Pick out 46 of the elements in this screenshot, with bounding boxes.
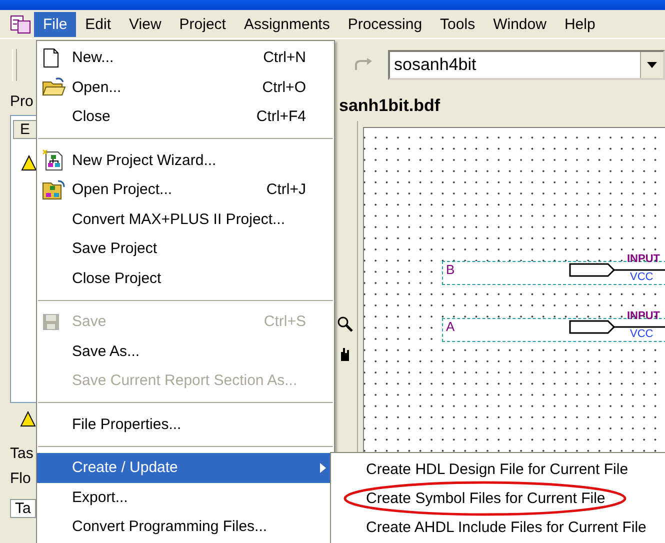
flow-label: Flo (10, 470, 31, 487)
menu-item[interactable]: Open Project... Ctrl+J (37, 175, 334, 204)
menu-title[interactable]: Help (555, 12, 604, 36)
folder-icon (42, 77, 66, 98)
menu-item[interactable]: New Project Wizard... (37, 146, 334, 175)
entity-combo[interactable]: sosanh4bit (388, 50, 665, 80)
menu-title[interactable]: Window (484, 12, 556, 36)
project-icon (42, 178, 66, 201)
menu-title[interactable]: Processing (338, 12, 432, 36)
menu-item[interactable]: Close Project (37, 264, 334, 293)
menu-item[interactable]: Export... (37, 482, 334, 512)
menu-item[interactable]: New... Ctrl+N (37, 43, 334, 72)
tab[interactable]: E (13, 120, 38, 139)
magnifier-icon (337, 316, 353, 332)
document-title: sanh1bit.bdf (338, 95, 442, 117)
pin-name: B (446, 262, 455, 277)
pin-default: VCC (630, 328, 654, 340)
menu-item[interactable]: Create AHDL Include Files for Current File (331, 517, 665, 538)
menu-title[interactable]: Assignments (234, 12, 339, 36)
menu-item[interactable]: Convert MAX+PLUS II Project... (37, 204, 334, 234)
menu-title[interactable]: Edit (76, 12, 120, 36)
warning-icon (21, 155, 37, 171)
pin-default: VCC (630, 271, 654, 283)
menu-item[interactable]: Create HDL Design File for Current File (331, 459, 665, 480)
warning-icon (20, 411, 36, 427)
panel-title: Tas (10, 445, 34, 462)
document-icon (42, 48, 60, 68)
submenu-arrow-icon (320, 463, 326, 473)
tab[interactable]: Ta (10, 499, 36, 518)
app-icon (10, 13, 32, 35)
menu-title[interactable]: Project (170, 12, 235, 36)
menu-item[interactable]: Save As... (37, 336, 334, 366)
menu-item[interactable]: Create Symbol Files for Current File (331, 488, 665, 509)
menu-item[interactable]: File Properties... (37, 410, 334, 439)
dropdown-arrow-icon (647, 62, 657, 68)
menu-title[interactable]: File (34, 12, 76, 36)
menu-item[interactable]: Save Project (37, 234, 334, 264)
menu-item[interactable]: Close Ctrl+F4 (37, 102, 334, 132)
panel-title: Pro (10, 93, 34, 112)
menu-title[interactable]: Tools (431, 12, 484, 36)
redo-icon (354, 58, 374, 72)
pin-name: A (446, 319, 455, 334)
wizard-icon (42, 149, 64, 172)
menu-title[interactable]: View (120, 12, 170, 36)
menu-item[interactable]: Convert Programming Files... (37, 512, 334, 542)
menu-item[interactable]: Open... Ctrl+O (37, 72, 334, 102)
